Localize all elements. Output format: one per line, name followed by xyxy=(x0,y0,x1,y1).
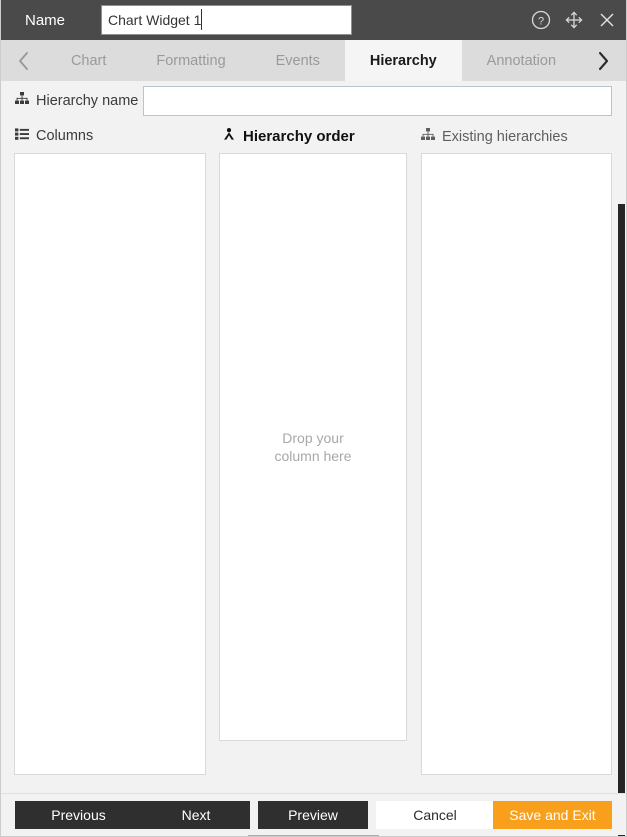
next-button[interactable]: Next xyxy=(142,801,250,829)
tab-annotation[interactable]: Annotation xyxy=(462,40,581,81)
existing-hierarchies-header: Existing hierarchies xyxy=(421,128,568,145)
drop-hint-line-1: Drop your xyxy=(282,430,344,446)
tabbar: Chart Formatting Events Hierarchy Annota… xyxy=(1,40,626,81)
tab-chart[interactable]: Chart xyxy=(46,40,131,81)
hierarchy-name-input[interactable] xyxy=(143,86,612,116)
tab-formatting[interactable]: Formatting xyxy=(131,40,250,81)
hierarchy-order-header: Hierarchy order xyxy=(222,128,355,145)
columns-header-text: Columns xyxy=(36,128,94,144)
dialog-titlebar: Name ? xyxy=(1,0,626,40)
drop-hint: Drop your column here xyxy=(220,429,406,465)
sitemap-icon xyxy=(421,128,435,145)
hierarchy-panel-body: Hierarchy name Columns Hierarchy order E… xyxy=(1,81,626,836)
sitemap-icon xyxy=(15,92,29,109)
chart-widget-dialog: Name ? xyxy=(0,0,627,837)
widget-name-input[interactable] xyxy=(101,5,352,35)
tab-hierarchy[interactable]: Hierarchy xyxy=(344,40,462,81)
save-and-exit-button[interactable]: Save and Exit xyxy=(493,801,612,829)
hierarchy-name-row: Hierarchy name xyxy=(1,86,626,118)
tab-label: Events xyxy=(275,52,320,69)
tab-label: Annotation xyxy=(486,52,557,69)
tab-events[interactable]: Events xyxy=(251,40,345,81)
vertical-scrollbar-thumb[interactable] xyxy=(618,204,625,836)
hierarchy-order-dropzone[interactable]: Drop your column here xyxy=(219,153,407,741)
previous-button[interactable]: Previous xyxy=(15,801,142,829)
move-arrows-icon[interactable] xyxy=(563,9,585,31)
drop-hint-line-2: column here xyxy=(274,448,352,464)
cancel-button[interactable]: Cancel xyxy=(376,801,494,829)
tab-label: Chart xyxy=(70,52,107,69)
hierarchy-name-label: Hierarchy name xyxy=(15,92,138,109)
vertical-scrollbar-track[interactable] xyxy=(614,81,626,836)
question-circle-icon[interactable]: ? xyxy=(530,9,552,31)
close-icon[interactable] xyxy=(596,9,618,31)
tab-label: Formatting xyxy=(156,52,226,69)
tab-label: Hierarchy xyxy=(369,52,437,69)
list-icon xyxy=(15,128,29,144)
existing-hierarchies-header-text: Existing hierarchies xyxy=(442,128,568,145)
tree-icon xyxy=(222,128,236,145)
tab-scroll-left-button[interactable] xyxy=(1,40,46,81)
hierarchy-order-header-text: Hierarchy order xyxy=(243,128,355,145)
hierarchy-name-label-text: Hierarchy name xyxy=(36,92,139,109)
existing-hierarchies-panel[interactable] xyxy=(421,153,612,775)
dialog-footer: Previous Next Preview Cancel Save and Ex… xyxy=(1,793,626,835)
titlebar-icons: ? xyxy=(530,0,618,40)
text-caret xyxy=(201,9,202,30)
columns-list-panel[interactable] xyxy=(14,153,206,775)
name-label: Name xyxy=(25,11,66,29)
svg-text:?: ? xyxy=(538,15,544,27)
tab-scroll-right-button[interactable] xyxy=(581,40,626,81)
preview-button[interactable]: Preview xyxy=(258,801,368,829)
columns-header: Columns xyxy=(15,128,93,144)
